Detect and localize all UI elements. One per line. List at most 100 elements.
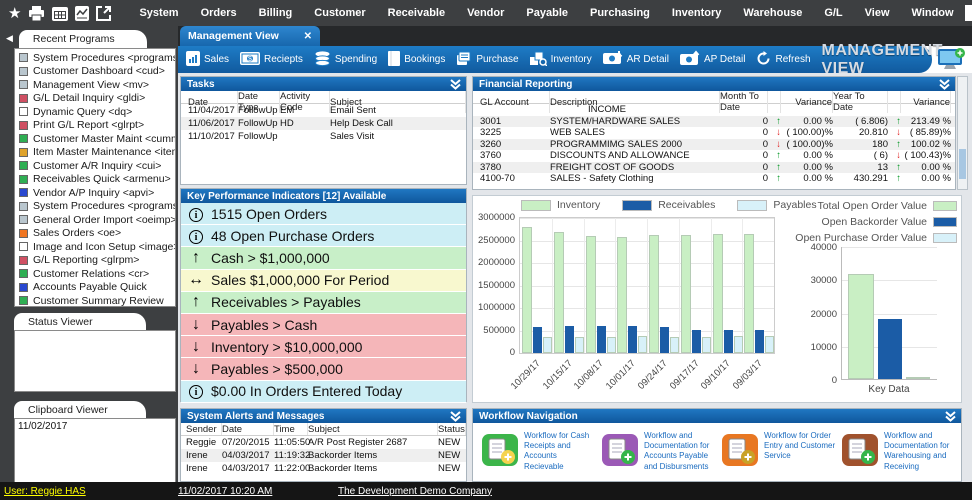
kpi-item[interactable]: i48 Open Purchase Orders <box>181 225 466 247</box>
menu-system[interactable]: System <box>128 7 189 19</box>
menu-orders[interactable]: Orders <box>190 7 248 19</box>
calendar-icon[interactable] <box>52 3 68 23</box>
report-icon[interactable] <box>75 3 89 23</box>
status-viewer-tab[interactable]: Status Viewer <box>14 313 146 330</box>
menu-view[interactable]: View <box>854 7 901 19</box>
status-company-link[interactable]: The Development Demo Company <box>338 486 492 497</box>
sidebar-program-item[interactable]: Receivables Quick <armenu> <box>18 173 175 187</box>
bookings-button[interactable]: Bookings <box>388 51 445 69</box>
sidebar-program-item[interactable]: Management View <mv> <box>18 78 175 92</box>
ap-detail-button[interactable]: AP Detail <box>680 50 746 69</box>
reciepts-button[interactable]: $Reciepts <box>240 52 303 68</box>
financial-scrollbar[interactable] <box>957 76 968 190</box>
print-icon[interactable] <box>28 3 45 23</box>
favorites-star-icon[interactable]: ★ <box>8 3 21 23</box>
status-datetime-link[interactable]: 11/02/2017 10:20 AM <box>178 486 272 497</box>
table-row[interactable]: Irene04/03/201711:22:00Backorder ItemsNE… <box>181 462 466 475</box>
workflow-item[interactable]: Workflow for Cash Receipts and Accounts … <box>481 431 601 474</box>
new-session-monitor-icon[interactable] <box>936 47 966 76</box>
ar-detail-button[interactable]: AR Detail <box>603 50 669 69</box>
collapse-sidebar-icon[interactable]: ◀ <box>6 33 13 44</box>
table-row[interactable]: 3001SYSTEM/HARDWARE SALES0↑0.00 %( 6.806… <box>473 116 955 128</box>
menu-billing[interactable]: Billing <box>248 7 304 19</box>
cash-receipts-workflow-icon <box>481 431 519 474</box>
variance-up-arrow-icon: ↑ <box>768 116 781 127</box>
workflow-item[interactable]: Workflow for Order Entry and Customer Se… <box>721 431 841 474</box>
kpi-item[interactable]: ↓Payables > $500,000 <box>181 358 466 380</box>
tab-management-view[interactable]: Management View ✕ <box>180 26 320 46</box>
export-icon[interactable] <box>96 3 111 23</box>
menu-warehouse[interactable]: Warehouse <box>732 7 813 19</box>
financial-collapse-chevron-icon[interactable] <box>938 79 951 90</box>
kpi-item[interactable]: ↑Receivables > Payables <box>181 292 466 314</box>
close-tab-icon[interactable]: ✕ <box>304 31 312 42</box>
sidebar-program-item[interactable]: Customer A/R Inquiry <cui> <box>18 159 175 173</box>
menu-gl[interactable]: G/L <box>813 7 853 19</box>
variance-up-arrow-icon: ↑ <box>888 139 901 150</box>
sidebar-program-item[interactable]: Customer Summary Review <box>18 294 175 307</box>
purchase-button[interactable]: Purchase <box>456 51 518 69</box>
spending-button[interactable]: Spending <box>314 51 377 69</box>
sidebar-program-item[interactable]: Print G/L Report <glrpt> <box>18 119 175 133</box>
workflow-item[interactable]: Workflow and Documentation for Warehousi… <box>841 431 961 474</box>
sidebar-program-item[interactable]: G/L Detail Inquiry <gldi> <box>18 92 175 106</box>
sidebar-program-item[interactable]: System Procedures <programs> <box>18 200 175 214</box>
kpi-item[interactable]: ↓Inventory > $10,000,000 <box>181 336 466 358</box>
refresh-button[interactable]: Refresh <box>756 51 810 69</box>
table-row[interactable]: 3260PROGRAMMIMG SALES 20000↓( 100.00)%18… <box>473 139 955 151</box>
sidebar-program-item[interactable]: System Procedures <programsm> <box>18 51 175 65</box>
sidebar-program-item[interactable]: General Order Import <oeimp> <box>18 213 175 227</box>
table-row[interactable]: 3780FREIGHT COST OF GOODS0↑0.00 %13↑0.00… <box>473 162 955 174</box>
accounts-payable-workflow-icon <box>601 431 639 474</box>
kpi-item[interactable]: i$0.00 In Orders Entered Today <box>181 381 466 403</box>
sidebar-program-item[interactable]: Customer Dashboard <cud> <box>18 65 175 79</box>
table-cell: 0.00 % <box>781 173 833 184</box>
sidebar-program-item[interactable]: Customer Relations <cr> <box>18 267 175 281</box>
table-row[interactable]: Reggie07/20/201511:05:50A/R Post Registe… <box>181 436 466 449</box>
tasks-collapse-chevron-icon[interactable] <box>449 79 462 90</box>
alerts-collapse-chevron-icon[interactable] <box>449 411 462 422</box>
status-user-link[interactable]: User: Reggie HAS <box>4 486 86 497</box>
program-color-icon <box>19 134 28 143</box>
sidebar-program-item[interactable]: Vendor A/P Inquiry <apvi> <box>18 186 175 200</box>
gridline <box>842 247 937 248</box>
sidebar-program-item[interactable]: Sales Orders <oe> <box>18 227 175 241</box>
table-row[interactable]: 11/10/2017FollowUpSales Visit <box>181 130 466 143</box>
menu-customer[interactable]: Customer <box>303 7 376 19</box>
search-input[interactable] <box>965 5 972 21</box>
sidebar-program-item[interactable]: Accounts Payable Quick <box>18 281 175 295</box>
kpi-text: 1515 Open Orders <box>211 206 327 222</box>
table-row[interactable]: 11/06/2017FollowUpHDHelp Desk Call <box>181 117 466 130</box>
sidebar-program-item[interactable]: Customer Master Maint <cumm> <box>18 132 175 146</box>
sidebar-program-item[interactable]: G/L Reporting <glrpm> <box>18 254 175 268</box>
menu-vendor[interactable]: Vendor <box>456 7 515 19</box>
kpi-item[interactable]: i1515 Open Orders <box>181 203 466 225</box>
clipboard-viewer-tab[interactable]: Clipboard Viewer <box>14 401 146 418</box>
table-row[interactable]: 11/04/2017FollowUpEMEmail Sent <box>181 104 466 117</box>
inventory-button[interactable]: Inventory <box>530 51 592 69</box>
menu-inventory[interactable]: Inventory <box>661 7 733 19</box>
recent-programs-list: System Procedures <programsm>Customer Da… <box>14 48 176 307</box>
table-row[interactable]: 3225WEB SALES0↓( 100.00)%20.810↓( 85.89)… <box>473 127 955 139</box>
sidebar-program-item[interactable]: Item Master Maintenance <item> <box>18 146 175 160</box>
kpi-item[interactable]: ↔Sales $1,000,000 For Period <box>181 270 466 292</box>
workflow-item[interactable]: Workflow and Documentation for Accounts … <box>601 431 721 474</box>
kpi-item[interactable]: ↓Payables > Cash <box>181 314 466 336</box>
recent-programs-tab[interactable]: Recent Programs <box>19 30 147 48</box>
menu-payable[interactable]: Payable <box>515 7 579 19</box>
sidebar-program-item[interactable]: Image and Icon Setup <image> <box>18 240 175 254</box>
workflow-collapse-chevron-icon[interactable] <box>944 411 957 422</box>
menu-window[interactable]: Window <box>901 7 965 19</box>
kpi-item[interactable]: ↑Cash > $1,000,000 <box>181 247 466 269</box>
sales-button[interactable]: Sales <box>186 51 229 69</box>
sidebar-program-item[interactable]: Dynamic Query <dq> <box>18 105 175 119</box>
table-row[interactable]: 4100-70SALES - Safety Clothing0↑0.00 %43… <box>473 173 955 185</box>
menu-receivable[interactable]: Receivable <box>377 7 456 19</box>
table-row[interactable]: 3760DISCOUNTS AND ALLOWANCE0↑0.00 %( 6)↓… <box>473 150 955 162</box>
menu-purchasing[interactable]: Purchasing <box>579 7 661 19</box>
table-cell: NEW <box>438 450 466 461</box>
scrollbar-thumb[interactable] <box>959 149 966 179</box>
legend-swatch <box>933 201 957 211</box>
table-row[interactable]: Irene04/03/201711:19:32Backorder ItemsNE… <box>181 449 466 462</box>
up-arrow-icon: ↑ <box>181 293 211 311</box>
